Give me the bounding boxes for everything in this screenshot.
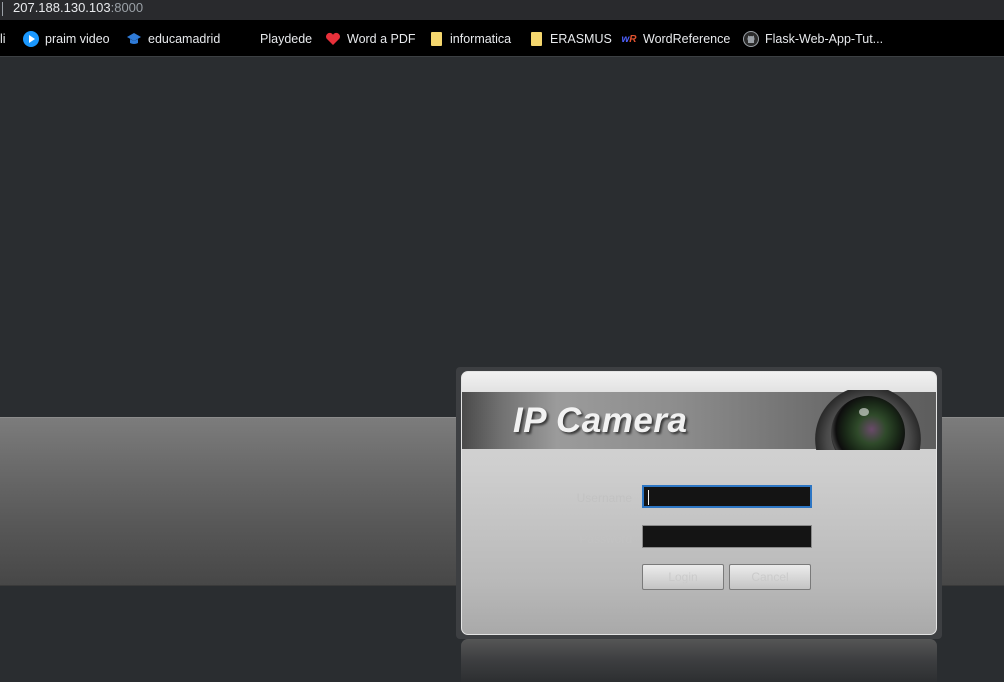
bookmark-flask-web-app[interactable]: Flask-Web-App-Tut... — [743, 29, 883, 49]
wordreference-icon: wR — [621, 33, 637, 45]
username-input[interactable] — [644, 487, 810, 506]
bookmark-wordreference[interactable]: wR WordReference — [621, 29, 730, 49]
graduation-cap-icon — [126, 31, 142, 47]
address-url[interactable]: 207.188.130.103:8000 — [13, 0, 143, 16]
bookmark-praim-video[interactable]: praim video — [23, 29, 110, 49]
url-host: 207.188.130.103 — [13, 0, 111, 15]
username-input-box[interactable] — [642, 485, 812, 508]
brand-title: IP Camera — [513, 401, 688, 440]
browser-window: 207.188.130.103:8000 li praim video educ… — [0, 0, 1004, 682]
play-icon — [23, 31, 39, 47]
bookmark-label: li — [0, 32, 6, 46]
login-dialog: IP Camera Username Password Login Cancel — [461, 371, 937, 635]
bookmark-erasmus[interactable]: ERASMUS — [528, 29, 612, 49]
address-caret — [2, 2, 3, 16]
bookmark-label: Word a PDF — [347, 32, 416, 46]
bookmarks-bar: li praim video educamadrid Playdede Word… — [0, 20, 1004, 57]
bookmark-label: WordReference — [643, 32, 731, 46]
bookmark-label: Flask-Web-App-Tut... — [765, 32, 884, 46]
folder-icon — [528, 31, 544, 47]
heart-icon — [325, 31, 341, 47]
bookmark-label: Playdede — [260, 32, 313, 46]
bookmark-educamadrid[interactable]: educamadrid — [126, 29, 220, 49]
address-bar[interactable]: 207.188.130.103:8000 — [0, 0, 1004, 20]
bookmark-word-a-pdf[interactable]: Word a PDF — [325, 29, 416, 49]
bookmark-playdede[interactable]: Playdede — [238, 29, 312, 49]
bookmark-label: educamadrid — [148, 32, 221, 46]
folder-icon — [428, 31, 444, 47]
bookmark-informatica[interactable]: informatica — [428, 29, 511, 49]
camera-lens-icon — [811, 390, 923, 450]
brand-banner: IP Camera — [462, 390, 936, 450]
text-caret — [648, 490, 649, 505]
url-port: :8000 — [110, 0, 144, 15]
github-icon — [743, 31, 759, 47]
bookmark-li[interactable]: li — [0, 29, 6, 49]
password-input[interactable] — [643, 526, 811, 547]
dialog-top-strip — [462, 372, 936, 392]
password-input-box[interactable] — [642, 525, 812, 548]
password-label: Password — [579, 532, 632, 546]
username-label: Username — [576, 491, 632, 505]
cancel-button[interactable]: Cancel — [729, 564, 811, 590]
dialog-reflection — [461, 639, 937, 682]
blank-page-icon — [238, 31, 254, 47]
bookmark-label: ERASMUS — [550, 32, 612, 46]
login-button[interactable]: Login — [642, 564, 724, 590]
bookmark-label: informatica — [450, 32, 512, 46]
bookmark-label: praim video — [45, 32, 110, 46]
